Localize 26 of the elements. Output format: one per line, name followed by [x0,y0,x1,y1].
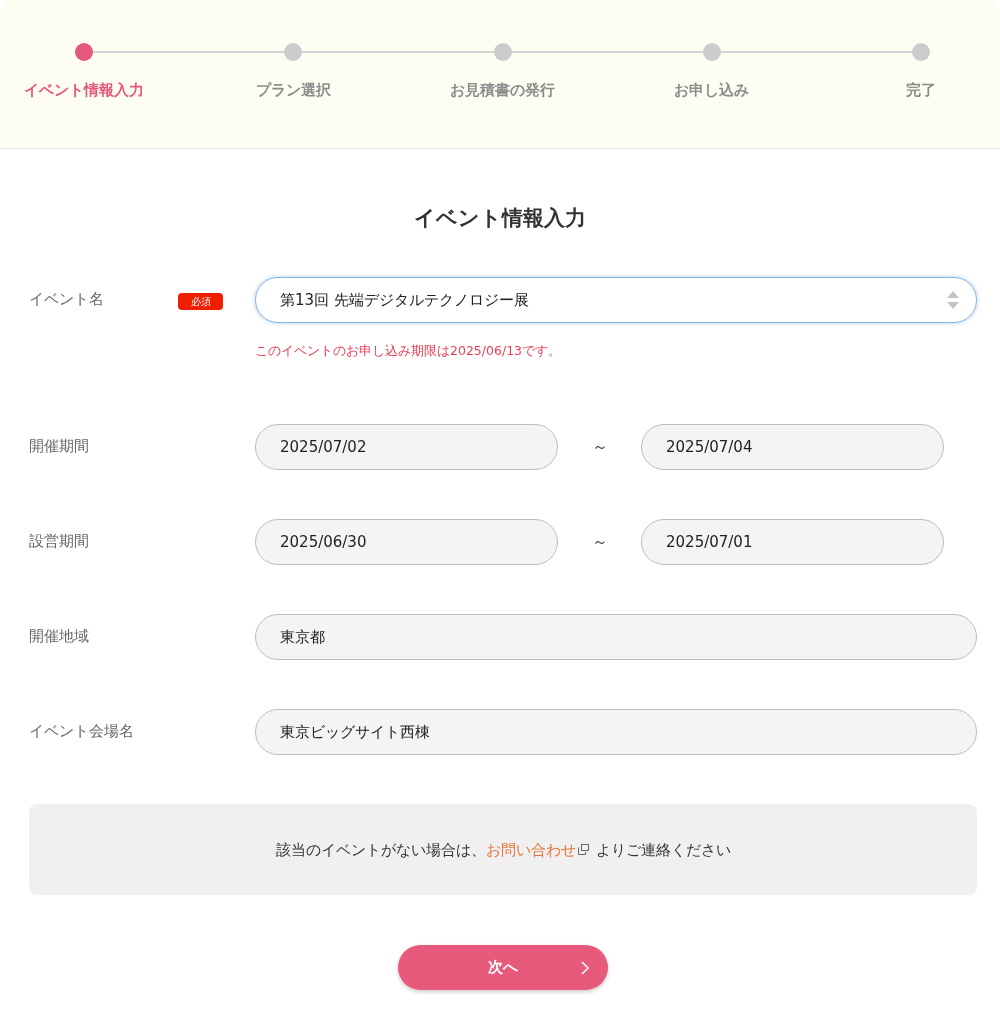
up-down-arrows-icon [947,291,959,309]
notice-text: 該当のイベントがない場合は、お問い合わせ よりご連絡ください [275,839,731,860]
page-title: イベント情報入力 [413,206,587,230]
field-label: イベント会場名 [29,721,135,741]
select-field[interactable]: 第13回 先端デジタルテクノロジー展 [255,277,977,323]
field-label: 開催期間 [29,436,90,456]
step-label: 完了 [906,80,936,100]
text-field[interactable]: 東京ビッグサイト西棟 [255,709,977,755]
field-label: 設営期間 [29,531,90,551]
chevron-right-icon [581,960,589,975]
range-separator: ～ [590,531,609,553]
date-field[interactable]: 2025/07/04 [641,424,944,470]
date-field[interactable]: 2025/07/02 [255,424,558,470]
range-separator: ～ [590,436,609,458]
text-field[interactable]: 東京都 [255,614,977,660]
deadline-note: このイベントのお申し込み期限は2025/06/13です。 [255,343,563,359]
date-field[interactable]: 2025/07/01 [641,519,944,565]
step-label: お申し込み [674,80,750,100]
date-field[interactable]: 2025/06/30 [255,519,558,565]
step-label: プラン選択 [255,80,331,100]
step-label: お見積書の発行 [450,80,555,100]
field-label: 開催地域 [29,626,90,646]
external-link-icon [577,843,589,855]
field-label: イベント名 [29,289,105,309]
step-label: イベント情報入力 [24,80,144,100]
required-badge: 必須 [178,293,223,310]
